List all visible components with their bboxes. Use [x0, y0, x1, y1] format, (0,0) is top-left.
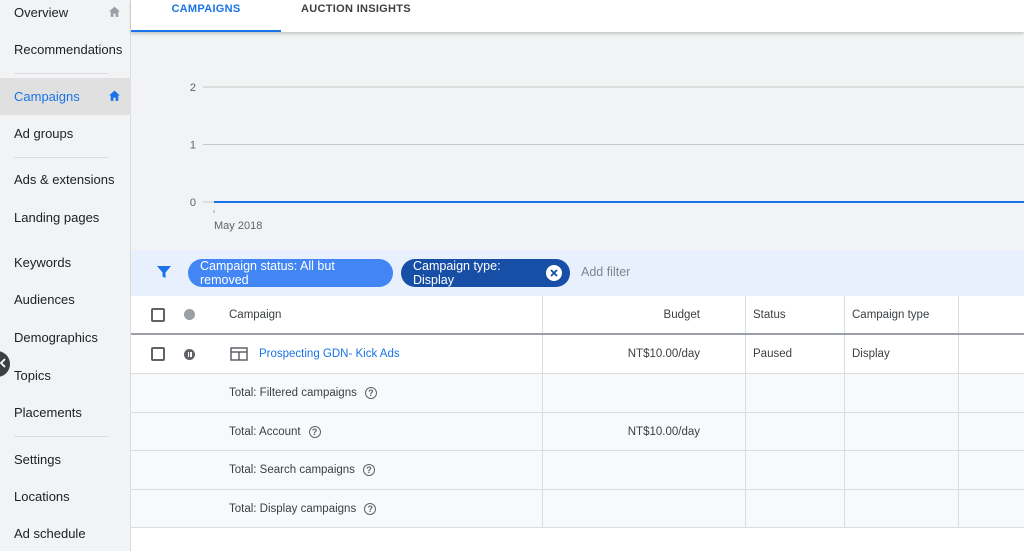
sidebar-item-audiences[interactable]: Audiences	[0, 281, 131, 318]
campaign-type-value: Display	[852, 348, 890, 360]
display-ad-icon	[230, 335, 248, 373]
column-header-campaign-type[interactable]: Campaign type	[852, 296, 929, 333]
filter-chip-label: Campaign type: Display	[413, 259, 501, 287]
sidebar-item-label: Keywords	[14, 255, 72, 270]
sidebar-nav: Overview Recommendations Campaigns Ad gr…	[0, 0, 131, 551]
sidebar-divider	[14, 157, 108, 158]
totals-label-text: Total: Account	[229, 425, 301, 438]
campaign-name-link[interactable]: Prospecting GDN- Kick Ads	[259, 335, 400, 373]
filter-icon[interactable]	[156, 264, 172, 285]
sidebar-item-locations[interactable]: Locations	[0, 478, 131, 515]
home-icon	[108, 89, 121, 104]
sidebar-item-label: Recommendations	[14, 42, 123, 57]
totals-label-text: Total: Display campaigns	[229, 502, 357, 515]
add-filter-button[interactable]: Add filter	[581, 265, 630, 279]
sidebar-divider	[14, 73, 108, 74]
home-icon	[108, 5, 121, 20]
sidebar-item-label: Ad schedule	[14, 526, 86, 541]
totals-label: Total: Search campaigns ?	[229, 451, 375, 489]
totals-label: Total: Filtered campaigns ?	[229, 374, 377, 412]
sidebar-item-topics[interactable]: Topics	[0, 357, 131, 394]
sidebar-divider	[14, 436, 108, 437]
filter-bar: Campaign status: All but removed Campaig…	[131, 250, 1024, 296]
sidebar-item-label: Placements	[14, 405, 82, 420]
select-all-checkbox[interactable]	[151, 296, 165, 333]
help-icon[interactable]: ?	[364, 502, 377, 515]
sidebar-item-overview[interactable]: Overview	[0, 0, 131, 31]
table-row: Prospecting GDN- Kick Ads NT$10.00/day P…	[131, 335, 1024, 374]
row-checkbox[interactable]	[151, 335, 165, 373]
sidebar-item-label: Ad groups	[14, 126, 74, 141]
sidebar-item-settings[interactable]: Settings	[0, 441, 131, 478]
totals-row: Total: Display campaigns ?	[131, 490, 1024, 528]
sidebar-item-landing-pages[interactable]: Landing pages	[0, 199, 131, 236]
y-tick-label: 0	[190, 197, 196, 209]
sidebar-item-campaigns[interactable]: Campaigns	[0, 78, 131, 115]
sidebar-item-label: Landing pages	[14, 210, 100, 225]
totals-row: Total: Account ? NT$10.00/day	[131, 413, 1024, 451]
sidebar-item-recommendations[interactable]: Recommendations	[0, 31, 131, 68]
sidebar-item-placements[interactable]: Placements	[0, 394, 131, 431]
help-icon[interactable]: ?	[362, 464, 375, 476]
status-dot-icon	[184, 296, 195, 333]
sidebar-item-ad-schedule[interactable]: Ad schedule	[0, 515, 131, 552]
sidebar-item-demographics[interactable]: Demographics	[0, 319, 131, 356]
totals-label-text: Total: Search campaigns	[229, 464, 355, 476]
sidebar-item-label: Campaigns	[14, 89, 80, 104]
totals-label-text: Total: Filtered campaigns	[229, 387, 357, 399]
tab-auction-insights[interactable]: AUCTION INSIGHTS	[301, 0, 411, 32]
sidebar-item-label: Settings	[14, 452, 61, 467]
column-header-campaign[interactable]: Campaign	[229, 296, 281, 333]
help-icon[interactable]: ?	[308, 425, 321, 438]
totals-label: Total: Display campaigns ?	[229, 490, 377, 527]
status-value: Paused	[753, 348, 793, 360]
filter-chip-campaign-status[interactable]: Campaign status: All but removed	[188, 259, 393, 287]
totals-row: Total: Search campaigns ?	[131, 451, 1024, 490]
sidebar-item-label: Audiences	[14, 292, 75, 307]
sidebar-item-label: Overview	[14, 5, 69, 20]
tab-campaigns[interactable]: CAMPAIGNS	[131, 0, 281, 32]
sidebar-item-keywords[interactable]: Keywords	[0, 244, 131, 281]
paused-status-icon[interactable]	[184, 335, 195, 373]
filter-chip-campaign-type[interactable]: Campaign type: Display	[401, 259, 570, 287]
chevron-left-icon	[0, 355, 6, 373]
table-header-row: Campaign Budget Status Campaign type	[131, 296, 1024, 335]
sidebar-item-label: Topics	[14, 368, 51, 383]
y-tick-label: 1	[190, 140, 196, 152]
column-header-status[interactable]: Status	[753, 296, 786, 333]
main-content: CAMPAIGNS AUCTION INSIGHTS 0 1 2 May 2018 C…	[131, 0, 1024, 551]
close-circle-icon[interactable]	[546, 265, 562, 281]
filter-chip-label: Campaign status: All but removed	[200, 259, 335, 287]
table-footer-space	[131, 528, 1024, 551]
tab-bar: CAMPAIGNS AUCTION INSIGHTS	[131, 0, 1024, 32]
sidebar-item-label: Demographics	[14, 330, 98, 345]
sidebar-item-ad-groups[interactable]: Ad groups	[0, 115, 131, 152]
sidebar-item-label: Ads & extensions	[14, 172, 115, 187]
sidebar-item-ads-extensions[interactable]: Ads & extensions	[0, 161, 131, 198]
column-header-budget[interactable]: Budget	[543, 296, 700, 333]
totals-budget-value: NT$10.00/day	[627, 425, 700, 438]
totals-row: Total: Filtered campaigns ?	[131, 374, 1024, 413]
sidebar-item-label: Locations	[14, 489, 70, 504]
totals-label: Total: Account ?	[229, 413, 321, 450]
chart-svg: 0 1 2 May 2018	[190, 82, 1024, 232]
budget-value[interactable]: NT$10.00/day	[543, 335, 700, 373]
help-icon[interactable]: ?	[364, 387, 377, 399]
y-tick-label: 2	[190, 82, 196, 94]
x-tick-label: May 2018	[214, 220, 262, 232]
performance-chart: 0 1 2 May 2018	[131, 32, 1024, 250]
